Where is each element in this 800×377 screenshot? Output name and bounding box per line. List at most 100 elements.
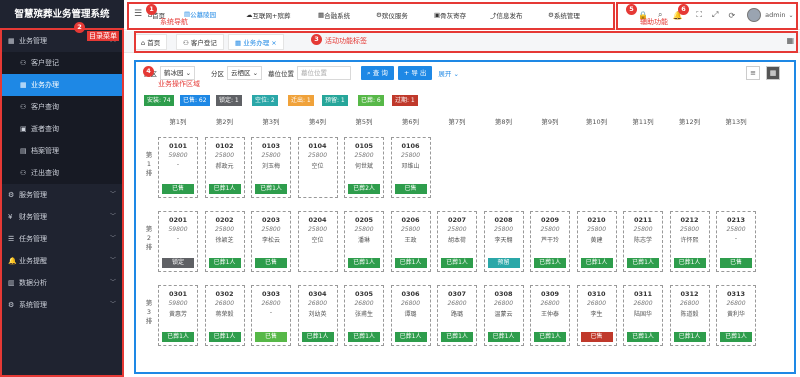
tomb-cell[interactable]: 0312 26800 陈道毅 已葬1人 bbox=[669, 285, 710, 346]
tomb-price: 25800 bbox=[586, 226, 607, 233]
collapse-icon[interactable]: ⤢ bbox=[712, 10, 718, 20]
tomb-number: 0304 bbox=[308, 290, 327, 298]
tomb-cell[interactable]: 0105 25800 何世斌 已葬2人 bbox=[344, 137, 384, 198]
tomb-cell[interactable]: 0201 59800 - 锁定 bbox=[158, 211, 198, 272]
fullscreen-icon[interactable]: ⛶ bbox=[696, 10, 702, 20]
zone-select[interactable]: 云栖区 ⌄ bbox=[227, 66, 263, 80]
list-view-icon[interactable]: ≡ bbox=[746, 66, 760, 80]
grid-menu-icon[interactable]: ▦ bbox=[786, 36, 794, 45]
status-badge[interactable]: 已葬: 6 bbox=[358, 95, 384, 106]
status-badge[interactable]: 空位: 2 bbox=[252, 95, 278, 106]
tomb-cell[interactable]: 0305 26800 张甫生 已葬1人 bbox=[344, 285, 384, 346]
sidebar-item-12[interactable]: ⚙ 系统管理 ﹀ bbox=[0, 294, 124, 316]
tomb-cell[interactable]: 0206 25800 王政 已葬1人 bbox=[390, 211, 431, 272]
topnav-item-3[interactable]: ▦ 合融系统 bbox=[318, 0, 350, 30]
tomb-cell[interactable]: 0313 26800 黄利华 已葬1人 bbox=[716, 285, 756, 346]
tab-business[interactable]: ▦ 业务办理 × bbox=[228, 34, 284, 50]
tomb-cell[interactable]: 0306 26800 谭璐 已葬1人 bbox=[390, 285, 431, 346]
park-select[interactable]: 鹤冰园 ⌄ bbox=[160, 66, 196, 80]
tomb-cell[interactable]: 0202 25800 徐颖芝 已葬1人 bbox=[204, 211, 245, 272]
tomb-owner: 陈道毅 bbox=[680, 311, 699, 318]
user-icon: ⚇ bbox=[20, 103, 27, 111]
marker-6: 6 bbox=[678, 4, 689, 15]
topnav-item-4[interactable]: ⚙ 殡仪服务 bbox=[376, 0, 408, 30]
sidebar-item-8[interactable]: ¥ 财务管理 ﹀ bbox=[0, 206, 124, 228]
tomb-position-input[interactable]: 墓位位置 bbox=[297, 66, 352, 80]
tomb-cell[interactable]: 0301 59800 黄惠芳 已葬1人 bbox=[158, 285, 198, 346]
status-badge[interactable]: 锁定: 1 bbox=[216, 95, 242, 106]
sidebar-item-9[interactable]: ☰ 任务管理 ﹀ bbox=[0, 228, 124, 250]
tomb-number: 0105 bbox=[354, 142, 374, 150]
tomb-status: 已葬1人 bbox=[255, 184, 287, 194]
sidebar-item-4[interactable]: ▣ 逝者查询 bbox=[0, 118, 124, 140]
tomb-cell[interactable]: 0303 26800 - 已售 bbox=[251, 285, 291, 346]
tomb-cell[interactable]: 0310 26800 李生 已售 bbox=[576, 285, 617, 346]
tomb-price: 25800 bbox=[493, 226, 514, 233]
sidebar-item-10[interactable]: 🔔 业务提醒 ﹀ bbox=[0, 250, 124, 272]
tomb-cell[interactable]: 0311 26800 陆国华 已葬1人 bbox=[623, 285, 663, 346]
callout-tools: 辅助功能 bbox=[640, 18, 668, 26]
topnav-item-5[interactable]: ▣ 骨灰寄存 bbox=[434, 0, 466, 30]
sidebar-item-7[interactable]: ⚙ 服务管理 ﹀ bbox=[0, 184, 124, 206]
tomb-cell[interactable]: 0208 25800 李天翱 预留 bbox=[483, 211, 524, 272]
tomb-owner: 黄利华 bbox=[726, 311, 745, 318]
tomb-cell[interactable]: 0205 25800 潘琳 已葬1人 bbox=[344, 211, 384, 272]
sidebar-item-3[interactable]: ⚇ 客户查询 bbox=[0, 96, 124, 118]
tomb-price: 59800 bbox=[168, 300, 188, 307]
sidebar-item-6[interactable]: ⚇ 迁出查询 bbox=[0, 162, 124, 184]
query-button[interactable]: ⌕ 查 询 bbox=[361, 66, 394, 80]
user-name[interactable]: admin bbox=[765, 11, 785, 19]
tomb-cell[interactable]: 0212 25800 许怀熙 已葬1人 bbox=[669, 211, 710, 272]
sidebar-item-2[interactable]: ▦ 业务办理 bbox=[0, 74, 124, 96]
topnav-item-2[interactable]: ☁ 互联网+殡葬 bbox=[246, 0, 290, 30]
tomb-cell[interactable]: 0304 26800 刘幼英 已葬1人 bbox=[297, 285, 338, 346]
status-badge[interactable]: 已售: 62 bbox=[180, 95, 210, 106]
sidebar-item-1[interactable]: ⚇ 客户登记 bbox=[0, 52, 124, 74]
refresh-icon[interactable]: ⟳ bbox=[728, 11, 735, 20]
tomb-cell[interactable]: 0210 25800 黄建 已葬1人 bbox=[576, 211, 617, 272]
avatar[interactable] bbox=[747, 8, 762, 22]
tomb-cell[interactable]: 0104 25800 空位 bbox=[297, 137, 338, 198]
tomb-cell[interactable]: 0302 26800 蒋荣毅 已葬1人 bbox=[204, 285, 245, 346]
tomb-cell[interactable]: 0308 26800 温蒙云 已葬1人 bbox=[483, 285, 524, 346]
sidebar-item-11[interactable]: ▥ 数据分析 ﹀ bbox=[0, 272, 124, 294]
sidebar-item-5[interactable]: ▤ 档案管理 bbox=[0, 140, 124, 162]
sidebar-item-label: 档案管理 bbox=[31, 147, 59, 155]
tomb-cell[interactable]: 0103 25800 刘玉梅 已葬1人 bbox=[251, 137, 291, 198]
tomb-cell[interactable]: 0213 25800 - 已售 bbox=[716, 211, 756, 272]
expand-link[interactable]: 展开 ⌄ bbox=[438, 68, 459, 78]
column-header: 第12列 bbox=[678, 118, 701, 126]
topnav-item-7[interactable]: ⚙ 系统管理 bbox=[548, 0, 580, 30]
status-badge[interactable]: 迁出: 1 bbox=[288, 95, 314, 106]
tomb-cell[interactable]: 0102 25800 郝政元 已葬1人 bbox=[204, 137, 245, 198]
tomb-cell[interactable]: 0106 25800 邓维山 已售 bbox=[390, 137, 431, 198]
user-icon: ⚇ bbox=[20, 59, 27, 67]
chevron-down-icon[interactable]: ⌄ bbox=[789, 12, 794, 19]
tomb-number: 0106 bbox=[401, 142, 420, 150]
topnav-item-1[interactable]: ▤ 公墓陵园 bbox=[184, 0, 217, 30]
close-icon[interactable]: × bbox=[271, 39, 276, 47]
status-badge[interactable]: 过期: 1 bbox=[392, 95, 418, 106]
tomb-cell[interactable]: 0209 25800 芦干玲 已葬1人 bbox=[530, 211, 570, 272]
tomb-cell[interactable]: 0101 59800 - 已售 bbox=[158, 137, 198, 198]
tomb-cell[interactable]: 0207 25800 胡本荷 已葬1人 bbox=[437, 211, 477, 272]
tab-home[interactable]: ⌂ 首页 bbox=[134, 34, 168, 50]
tomb-owner: 刘幼英 bbox=[308, 311, 327, 318]
status-badge[interactable]: 预留: 1 bbox=[322, 95, 348, 106]
tomb-number: 0306 bbox=[401, 290, 420, 298]
topnav-item-6[interactable]: ⤴ 信息发布 bbox=[490, 0, 523, 30]
grid-view-icon[interactable]: ▦ bbox=[766, 66, 780, 80]
menu-fold-icon[interactable]: ☰ bbox=[134, 9, 142, 19]
tomb-owner: - bbox=[176, 235, 180, 242]
tomb-cell[interactable]: 0309 26800 王仲泰 已葬1人 bbox=[530, 285, 570, 346]
tomb-cell[interactable]: 0211 25800 陈志学 已葬1人 bbox=[623, 211, 663, 272]
tomb-price: 26800 bbox=[679, 300, 700, 307]
tomb-cell[interactable]: 0204 25800 空位 bbox=[297, 211, 338, 272]
tomb-number: 0102 bbox=[215, 142, 234, 150]
tomb-cell[interactable]: 0203 25800 李松云 已售 bbox=[251, 211, 291, 272]
export-button[interactable]: + 导 出 bbox=[397, 66, 433, 80]
tomb-cell[interactable]: 0307 26800 路璐 已葬1人 bbox=[437, 285, 477, 346]
marker-4: 4 bbox=[143, 66, 154, 77]
tab-customer-register[interactable]: ⚇ 客户登记 bbox=[176, 34, 224, 50]
status-badge[interactable]: 安装: 74 bbox=[144, 95, 174, 106]
